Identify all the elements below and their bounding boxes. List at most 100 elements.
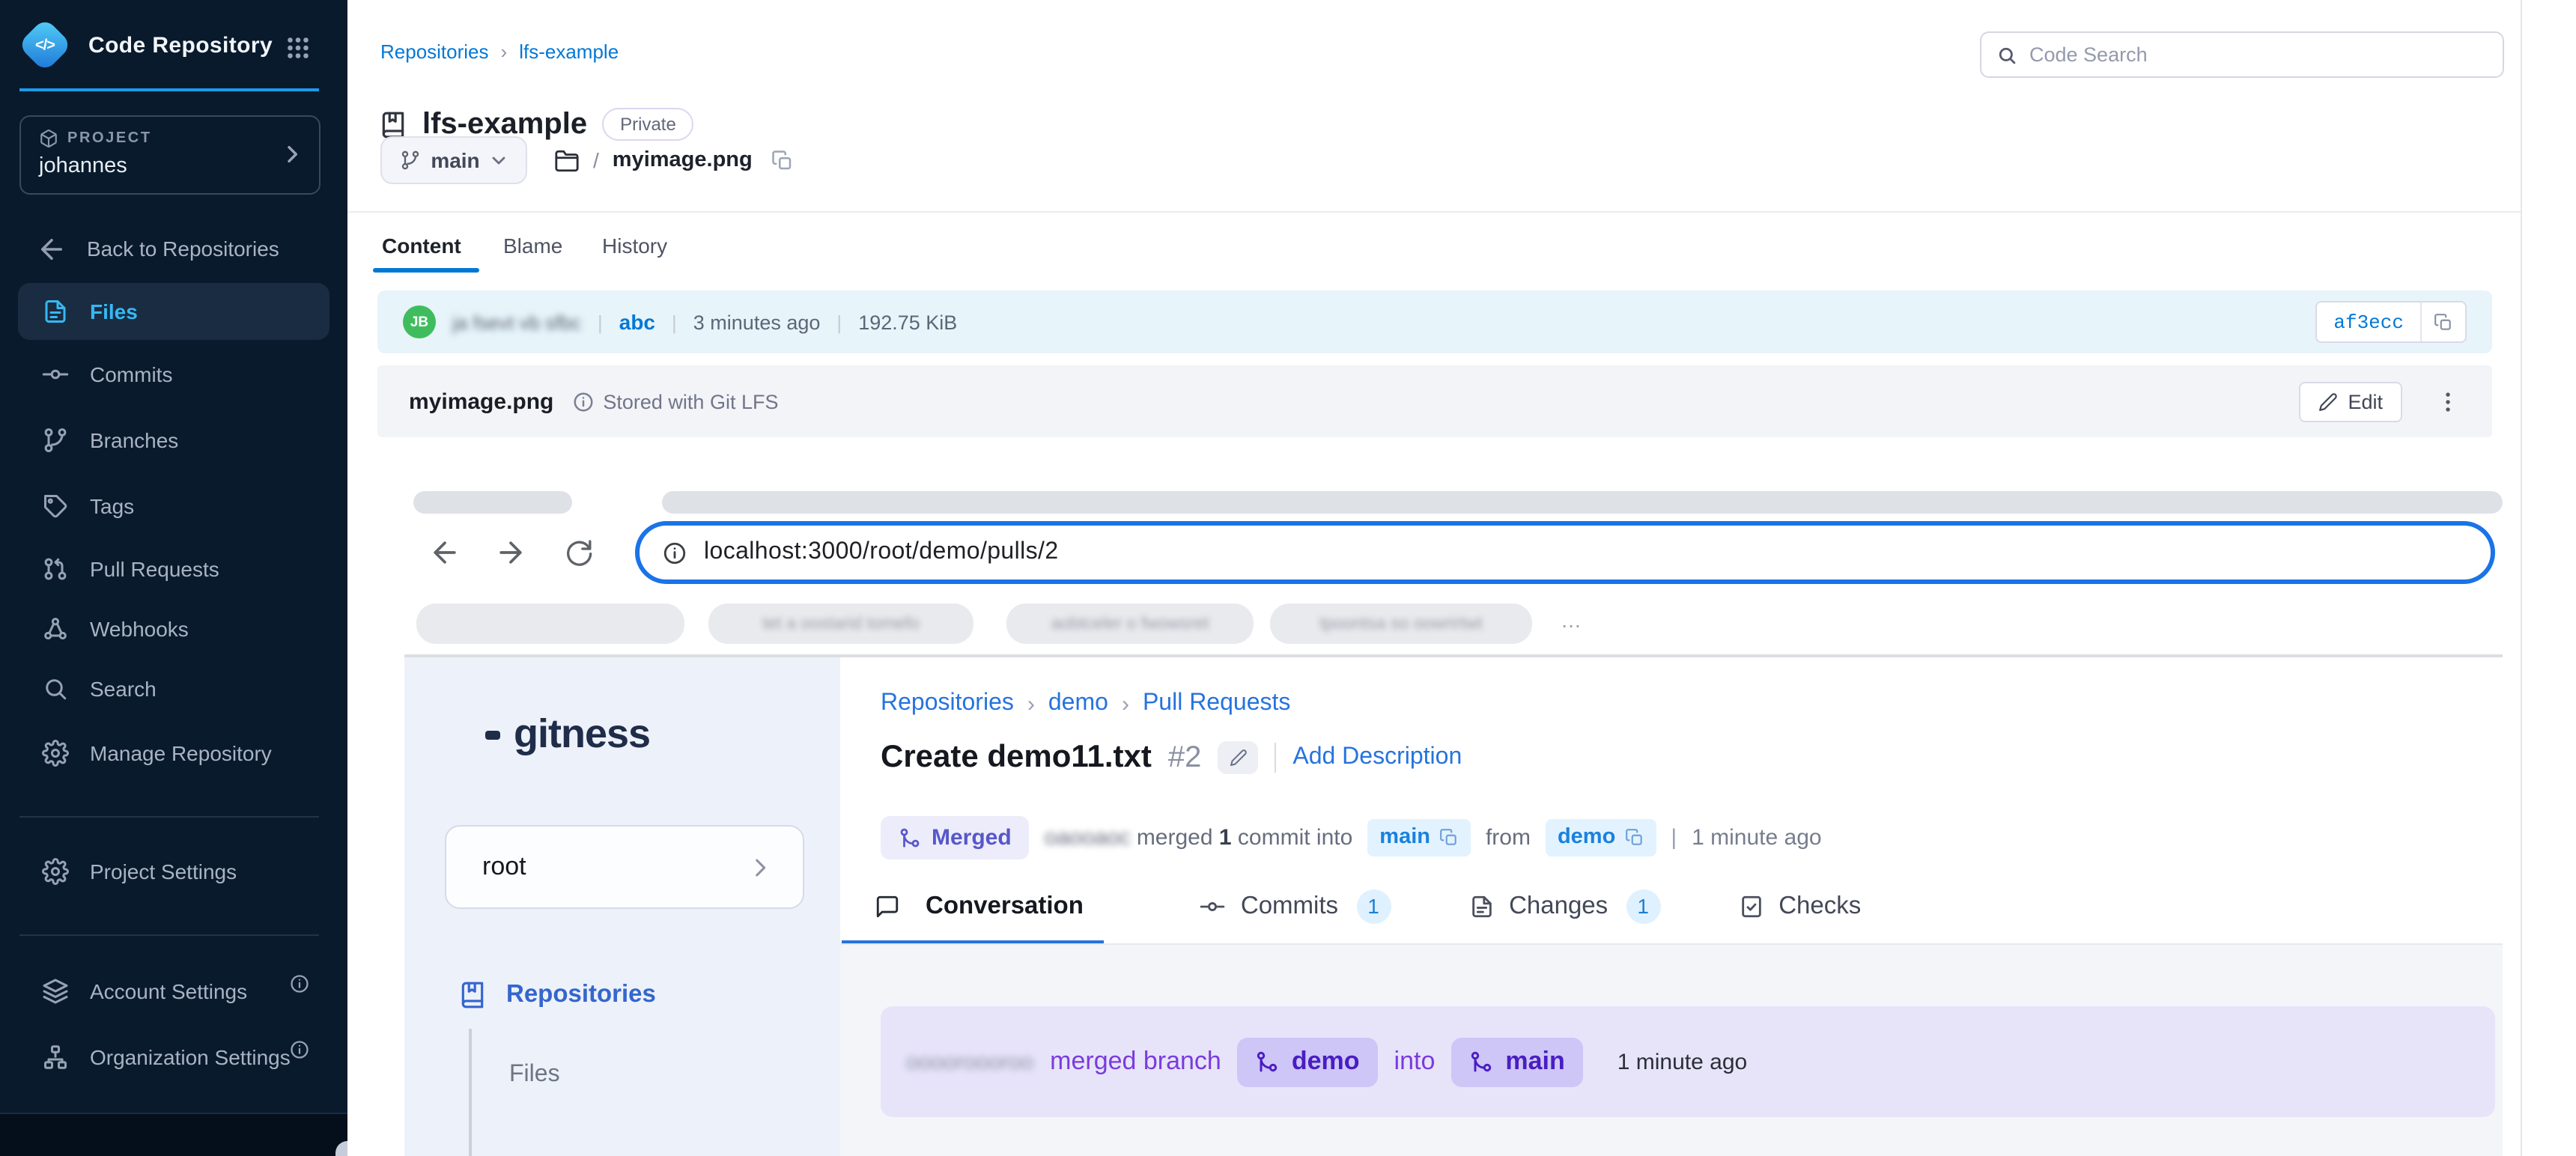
merge-icon [1256,1050,1280,1074]
code-search-input[interactable]: Code Search [1980,31,2504,78]
project-selector[interactable]: PROJECT johannes [19,115,321,195]
sidebar-item-commits[interactable]: Commits [18,346,329,403]
folder-icon[interactable] [554,147,580,173]
sidebar-item-manage-repository[interactable]: Manage Repository [18,725,329,782]
sidebar-item-label: Files [90,299,138,323]
avatar[interactable]: JB [403,305,436,338]
browser-tab-remnant [662,491,2503,514]
sidebar-item-search[interactable]: Search [18,660,329,717]
gear-icon [42,740,69,767]
tab-blame[interactable]: Blame [503,234,562,258]
sidebar-item-files[interactable]: Files [18,283,329,340]
gitness-source-branch-chip: demo [1546,818,1656,856]
gitness-pr-title: Create demo11.txt [881,740,1152,776]
gitness-add-description-link: Add Description [1292,744,1462,771]
conversation-icon [875,893,900,919]
file-size: 192.75 KiB [858,311,957,333]
bookmark-label-redacted: tpoontsa so oowrirtwt [1319,615,1482,633]
info-icon [571,390,594,413]
breadcrumb-repositories[interactable]: Repositories [380,40,489,63]
tab-history[interactable]: History [602,234,667,258]
repo-book-icon [379,110,407,139]
gitness-commits-count: 1 [1356,889,1391,923]
pencil-icon [2318,392,2337,411]
copy-sha-button[interactable] [2422,302,2465,341]
gitness-project-name: root [482,852,526,882]
sidebar-item-label: Account Settings [90,979,247,1003]
code-search-placeholder: Code Search [2029,43,2148,66]
sidebar-item-tags[interactable]: Tags [18,478,329,535]
gitness-pr-author-redacted: oaooaoc [1045,824,1131,850]
branch-icon [42,427,69,454]
commit-author-redacted: ja fsevt vb sfbc [452,311,581,333]
bookmark-blob [416,603,684,644]
content-right-divider [2521,0,2522,1156]
breadcrumb-separator: › [501,40,508,63]
bookmark-label-redacted: tet a oostarid tomefo [762,615,920,633]
search-icon [42,675,69,702]
sidebar-item-project-settings[interactable]: Project Settings [18,843,329,900]
branch-selector-value: main [431,148,479,172]
commit-sha-group: af3ecc [2315,301,2467,343]
sidebar-item-organization-settings[interactable]: Organization Settings [18,1029,329,1086]
sidebar-divider [19,934,319,936]
tab-content[interactable]: Content [382,234,461,258]
file-path: / myimage.png [554,136,795,184]
merge-icon [1469,1050,1493,1074]
gear-icon [42,858,69,885]
edit-button[interactable]: Edit [2298,381,2402,422]
bookmark-overflow: … [1561,608,1582,632]
sidebar-item-webhooks[interactable]: Webhooks [18,600,329,657]
gitness-tab-conversation: Conversation [926,892,1084,920]
path-filename: myimage.png [613,148,753,172]
gitness-into-word: into [1394,1047,1436,1077]
chevron-down-icon [490,151,508,169]
gitness-source-branch: demo [1558,825,1615,849]
gitness-breadcrumb: Repositories › demo › Pull Requests [881,690,1290,717]
search-icon [1996,44,2017,65]
info-icon [289,1039,310,1060]
branch-icon [399,150,420,171]
gitness-logo-icon [458,713,502,756]
file-name: myimage.png [409,389,553,414]
gitness-repositories-label: Repositories [506,981,656,1009]
copy-path-icon[interactable] [772,149,795,171]
module-grid-icon[interactable] [285,34,312,61]
gitness-merge-target: main [1505,1047,1564,1077]
branch-selector[interactable]: main [380,136,527,184]
gitness-nav-tree-line [469,1029,472,1156]
edit-button-label: Edit [2348,390,2383,413]
copy-icon [1439,827,1459,847]
sidebar-item-account-settings[interactable]: Account Settings [18,963,329,1020]
info-icon [289,973,310,994]
active-tab-underline [373,268,479,273]
kebab-menu-icon[interactable] [2435,389,2461,414]
merge-icon [899,826,921,848]
sidebar-footer [0,1113,347,1156]
back-to-repositories[interactable]: Back to Repositories [36,225,279,273]
commit-icon [42,361,69,388]
breadcrumb: Repositories › lfs-example [380,40,619,63]
gitness-sidebar: gitness root Repositories Files [404,657,840,1156]
breadcrumb-repo-name[interactable]: lfs-example [519,40,619,63]
sidebar-item-label: Tags [90,494,134,518]
gitness-pr-status-row: Merged oaooaoc merged 1 commit into main [881,815,1822,860]
file-icon [42,298,69,325]
product-logo-row: </> Code Repository [19,15,273,75]
file-viewer-header: myimage.png Stored with Git LFS Edit [377,365,2492,437]
sidebar: </> Code Repository PROJECT [0,0,347,1156]
gitness-merged-label: Merged [932,824,1012,850]
gitness-project-selector: root [445,825,804,909]
sidebar-item-pull-requests[interactable]: Pull Requests [18,541,329,597]
commit-message-link[interactable]: abc [619,310,655,334]
app: </> Code Repository PROJECT [0,0,2576,1156]
org-hierarchy-icon [42,1044,69,1071]
chevron-right-icon [747,854,773,880]
commit-sha-link[interactable]: af3ecc [2317,302,2422,341]
gitness-target-branch-chip: main [1451,1037,1582,1086]
sidebar-item-branches[interactable]: Branches [18,412,329,469]
tag-icon [42,493,69,520]
gitness-merged-badge: Merged [881,815,1030,859]
separator: | [672,311,677,333]
gitness-tab-changes: Changes [1509,892,1608,920]
